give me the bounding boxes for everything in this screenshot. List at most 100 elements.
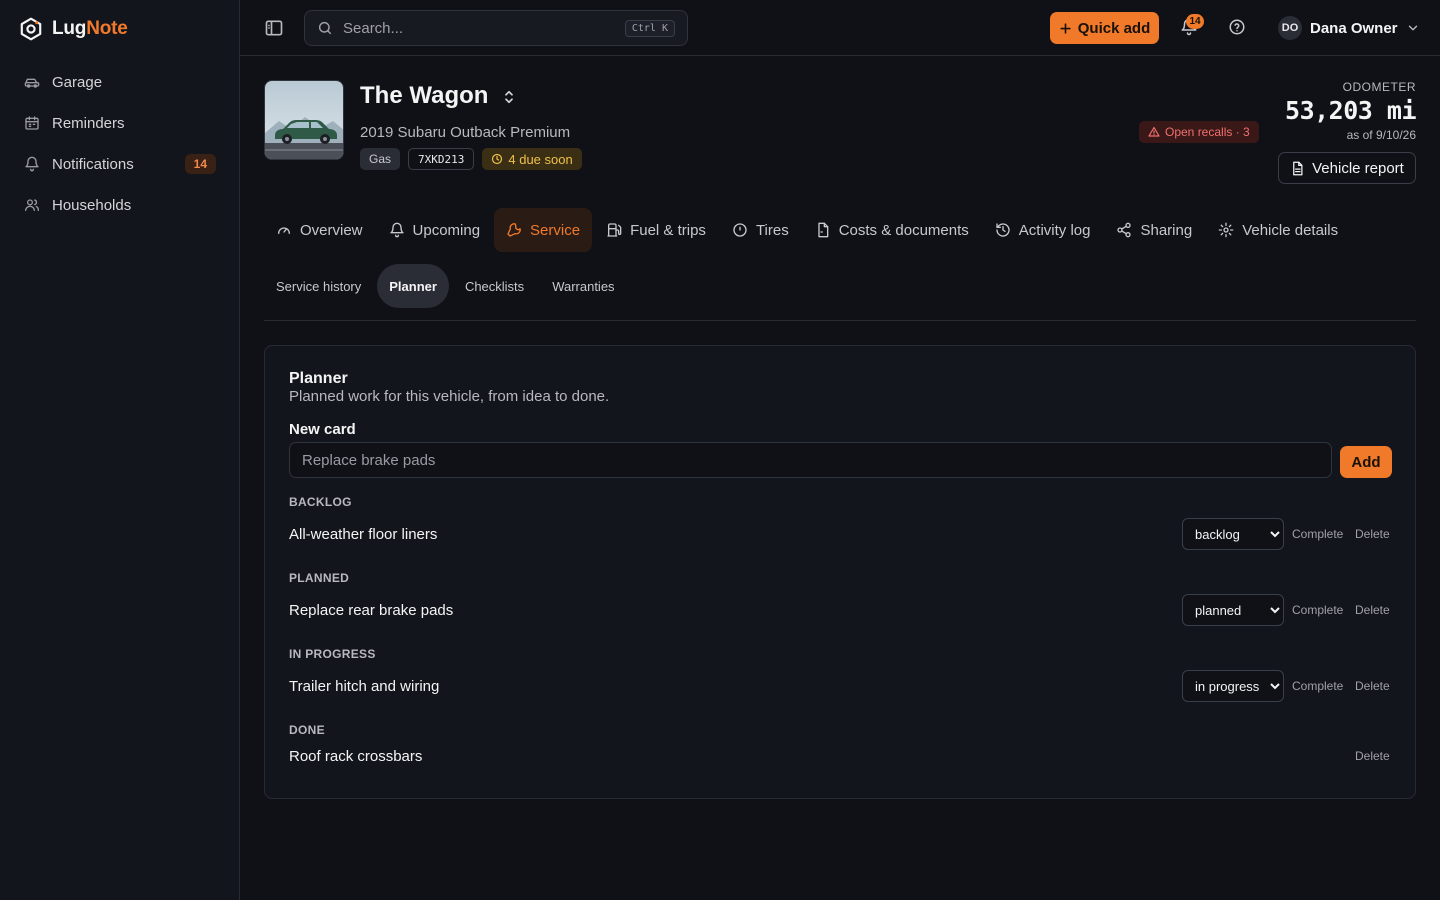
- tab-tires[interactable]: Tires: [720, 208, 801, 252]
- odometer-label: ODOMETER: [1342, 80, 1416, 94]
- user-name: Dana Owner: [1310, 19, 1398, 37]
- tab-costs-documents[interactable]: Costs & documents: [803, 208, 981, 252]
- complete-link[interactable]: Complete: [1292, 679, 1343, 693]
- top-bar: Ctrl K Quick add 14 DO Dana Owner: [240, 0, 1440, 56]
- quick-add-label: Quick add: [1077, 19, 1151, 37]
- new-card-label: New card: [289, 421, 356, 438]
- sidebar-item-label: Reminders: [52, 114, 125, 132]
- share-icon: [1116, 222, 1132, 238]
- due-soon-chip[interactable]: 4 due soon: [482, 148, 582, 170]
- sidebar-item-reminders[interactable]: Reminders: [12, 105, 228, 141]
- new-card-input[interactable]: [289, 442, 1332, 478]
- complete-link[interactable]: Complete: [1292, 603, 1343, 617]
- planner-item-title: All-weather floor liners: [289, 526, 438, 543]
- search-box[interactable]: Ctrl K: [304, 10, 688, 46]
- tab-overview[interactable]: Overview: [264, 208, 375, 252]
- tab-label: Tires: [755, 221, 789, 239]
- tab-label: Activity log: [1018, 221, 1091, 239]
- license-plate-chip: 7XKD213: [408, 148, 475, 170]
- sidebar-item-label: Garage: [52, 73, 103, 91]
- status-select[interactable]: backlog planned in progress done: [1182, 594, 1284, 626]
- planner-title: Planner: [289, 370, 348, 387]
- document-icon: [815, 222, 831, 238]
- divider: [264, 320, 1416, 321]
- calendar-icon: [24, 115, 40, 131]
- subtab-service-history[interactable]: Service history: [264, 264, 373, 308]
- gear-icon: [1218, 222, 1234, 238]
- clock-icon: [491, 153, 503, 165]
- notification-count-badge: 14: [184, 154, 216, 174]
- add-card-button[interactable]: Add: [1340, 446, 1392, 478]
- group-label-backlog: BACKLOG: [289, 495, 352, 509]
- notifications-badge: 14: [1186, 14, 1204, 29]
- tab-upcoming[interactable]: Upcoming: [377, 208, 493, 252]
- users-icon: [24, 197, 40, 213]
- tab-vehicle-details[interactable]: Vehicle details: [1206, 208, 1350, 252]
- brand-name: LugNote: [52, 18, 128, 39]
- planner-item-title: Trailer hitch and wiring: [289, 678, 440, 695]
- delete-link[interactable]: Delete: [1355, 527, 1390, 541]
- sidebar-toggle-icon[interactable]: [264, 18, 284, 38]
- tab-label: Costs & documents: [838, 221, 969, 239]
- group-label-done: DONE: [289, 723, 325, 737]
- sidebar-item-label: Households: [52, 196, 132, 214]
- tab-label: Upcoming: [412, 221, 481, 239]
- sidebar-item-label: Notifications: [52, 155, 134, 173]
- status-select[interactable]: backlog planned in progress done: [1182, 670, 1284, 702]
- vehicle-name: The Wagon: [360, 82, 489, 109]
- tire-icon: [732, 222, 748, 238]
- service-subtabs: Service history Planner Checklists Warra…: [264, 264, 627, 308]
- help-icon[interactable]: [1228, 18, 1246, 36]
- vehicle-report-button[interactable]: Vehicle report: [1278, 152, 1416, 184]
- tab-activity-log[interactable]: Activity log: [983, 208, 1103, 252]
- search-icon: [317, 20, 333, 36]
- vehicle-tabs: Overview Upcoming Service Fuel & trips T…: [264, 208, 1350, 252]
- tab-label: Sharing: [1140, 221, 1193, 239]
- tab-label: Service: [530, 221, 581, 239]
- vehicle-chips: Gas 7XKD213 4 due soon: [360, 148, 582, 170]
- fuel-icon: [606, 222, 622, 238]
- sidebar-nav: Garage Reminders Notifications 14 Househ…: [12, 64, 228, 228]
- odometer-value: 53,203 mi: [1285, 96, 1416, 125]
- delete-link[interactable]: Delete: [1355, 749, 1390, 763]
- vehicle-photo: [264, 80, 344, 160]
- sidebar-item-households[interactable]: Households: [12, 187, 228, 223]
- delete-link[interactable]: Delete: [1355, 679, 1390, 693]
- delete-link[interactable]: Delete: [1355, 603, 1390, 617]
- user-menu[interactable]: DO Dana Owner: [1278, 16, 1420, 40]
- subtab-checklists[interactable]: Checklists: [453, 264, 536, 308]
- bell-icon: [24, 156, 40, 172]
- subtab-planner[interactable]: Planner: [377, 264, 449, 308]
- bell-icon: [389, 222, 405, 238]
- group-label-planned: PLANNED: [289, 571, 350, 585]
- planner-item-title: Replace rear brake pads: [289, 602, 454, 619]
- sidebar-item-notifications[interactable]: Notifications 14: [12, 146, 228, 182]
- subtab-warranties[interactable]: Warranties: [540, 264, 626, 308]
- group-label-in-progress: IN PROGRESS: [289, 647, 376, 661]
- open-recalls-label: Open recalls · 3: [1165, 125, 1250, 139]
- plus-icon: [1059, 22, 1072, 35]
- tab-fuel-trips[interactable]: Fuel & trips: [594, 208, 718, 252]
- vehicle-switcher-icon[interactable]: [500, 88, 518, 106]
- car-icon: [24, 74, 40, 90]
- wrench-icon: [506, 222, 522, 238]
- planner-description: Planned work for this vehicle, from idea…: [289, 388, 610, 405]
- tab-service[interactable]: Service: [494, 208, 593, 252]
- tab-sharing[interactable]: Sharing: [1104, 208, 1204, 252]
- warning-icon: [1148, 126, 1160, 138]
- tab-label: Overview: [300, 221, 363, 239]
- planner-card: Planner Planned work for this vehicle, f…: [264, 345, 1416, 799]
- document-icon: [1290, 161, 1305, 176]
- complete-link[interactable]: Complete: [1292, 527, 1343, 541]
- history-icon: [995, 222, 1011, 238]
- hexagon-logo-icon: [18, 16, 44, 42]
- sidebar-item-garage[interactable]: Garage: [12, 64, 228, 100]
- odometer-date: as of 9/10/26: [1346, 128, 1416, 142]
- quick-add-button[interactable]: Quick add: [1050, 12, 1159, 44]
- search-input[interactable]: [343, 19, 615, 37]
- status-select[interactable]: backlog planned in progress done: [1182, 518, 1284, 550]
- brand-logo[interactable]: LugNote: [18, 16, 128, 42]
- due-soon-label: 4 due soon: [508, 151, 573, 167]
- avatar: DO: [1278, 16, 1302, 40]
- open-recalls-badge[interactable]: Open recalls · 3: [1139, 121, 1259, 143]
